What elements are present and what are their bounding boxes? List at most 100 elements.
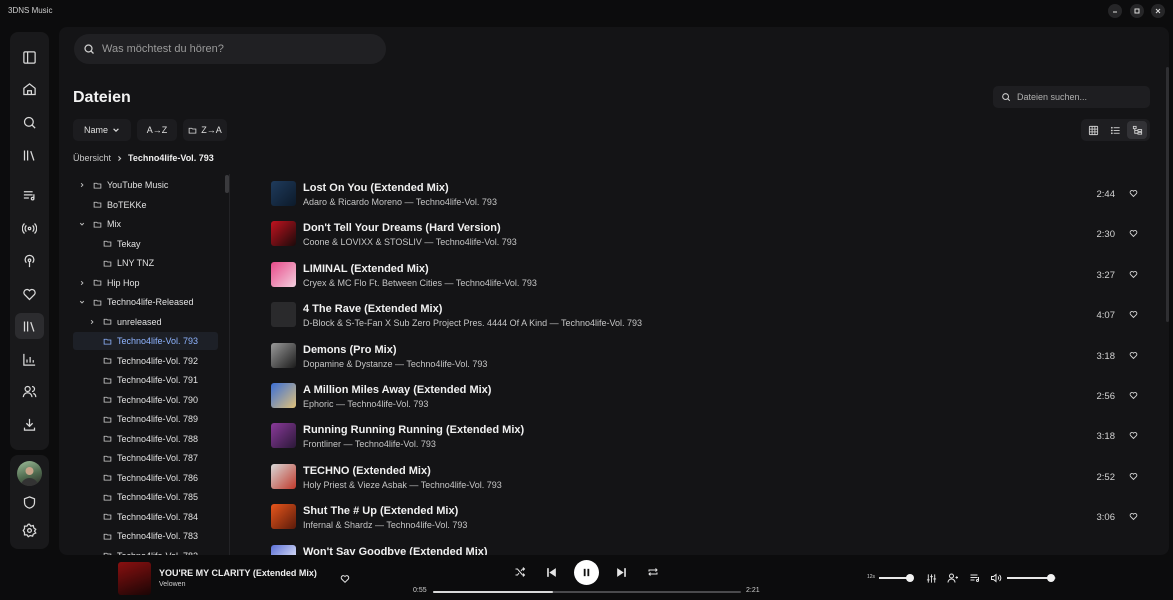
track-cover[interactable] [271,544,296,555]
tree-item[interactable]: Techno4life-Vol. 789 [73,410,198,428]
tree-item[interactable]: Techno4life-Vol. 783 [73,527,198,545]
tree-item[interactable]: Hip Hop [73,274,140,292]
track-artist[interactable]: Coone & LOVIXX & STOSLIV — Techno4life-V… [303,237,517,247]
nav-files[interactable] [15,313,44,339]
sort-ascending-button[interactable]: A→Z [137,119,177,141]
chevron-right-icon[interactable] [78,182,86,188]
track-title[interactable]: LIMINAL (Extended Mix) [303,263,429,275]
track-title[interactable]: A Million Miles Away (Extended Mix) [303,384,491,396]
heart-icon[interactable] [1129,189,1138,198]
track-row[interactable]: Shut The # Up (Extended Mix) Infernal & S… [264,500,1144,540]
nav-home[interactable] [15,76,44,102]
track-title[interactable]: TECHNO (Extended Mix) [303,465,431,477]
track-row[interactable]: Won't Say Goodbye (Extended Mix) [264,541,1144,555]
security-button[interactable] [15,489,44,515]
nav-stats[interactable] [15,346,44,372]
devices-button[interactable] [946,571,960,585]
tree-item[interactable]: Techno4life-Vol. 785 [73,488,198,506]
track-title[interactable]: Lost On You (Extended Mix) [303,182,449,194]
nav-queue[interactable] [15,182,44,208]
tree-item[interactable]: unreleased [73,313,162,331]
equalizer-button[interactable] [924,571,938,585]
tree-item[interactable]: Techno4life-Vol. 782 [73,547,198,555]
tree-item[interactable]: Mix [73,215,121,233]
nav-search[interactable] [15,109,44,135]
track-row[interactable]: 4 The Rave (Extended Mix) D-Block & S-Te-… [264,298,1144,338]
track-cover[interactable] [271,221,296,247]
grid-view-button[interactable] [1084,121,1104,139]
track-artist[interactable]: Cryex & MC Flo Ft. Between Cities — Tech… [303,278,537,288]
minimize-button[interactable] [1108,4,1122,18]
tree-item[interactable]: Techno4life-Vol. 788 [73,430,198,448]
track-cover[interactable] [271,261,296,287]
tree-view-button[interactable] [1127,121,1148,139]
track-title[interactable]: Shut The # Up (Extended Mix) [303,505,458,517]
track-artist[interactable]: Dopamine & Dystanze — Techno4life-Vol. 7… [303,359,487,369]
heart-icon[interactable] [1129,431,1138,440]
chevron-down-icon[interactable] [78,221,86,227]
like-button[interactable] [338,572,352,586]
nav-library[interactable] [15,142,44,168]
nav-artists[interactable] [15,378,44,404]
crossfade-slider[interactable] [879,574,914,582]
track-row[interactable]: TECHNO (Extended Mix) Holy Priest & Vieze… [264,460,1144,500]
heart-icon[interactable] [1129,391,1138,400]
track-row[interactable]: Lost On You (Extended Mix) Adaro & Ricard… [264,177,1144,217]
track-title[interactable]: 4 The Rave (Extended Mix) [303,303,442,315]
now-playing-artist[interactable]: Velowen [159,581,185,588]
track-title[interactable]: Running Running Running (Extended Mix) [303,424,524,436]
sidebar-toggle-button[interactable] [15,44,44,70]
file-search[interactable] [993,86,1150,108]
nav-downloads[interactable] [15,411,44,437]
track-cover[interactable] [271,463,296,489]
heart-icon[interactable] [1129,351,1138,360]
track-cover[interactable] [271,302,296,328]
tree-item[interactable]: Techno4life-Vol. 790 [73,391,198,409]
track-artist[interactable]: Ephoric — Techno4life-Vol. 793 [303,399,428,409]
chevron-down-icon[interactable] [78,299,86,305]
nav-podcasts[interactable] [15,248,44,274]
nav-radio[interactable] [15,215,44,241]
track-artist[interactable]: Holy Priest & Vieze Asbak — Techno4life-… [303,480,502,490]
track-cover[interactable] [271,383,296,408]
track-cover[interactable] [271,504,296,530]
chevron-right-icon[interactable] [88,319,96,325]
tree-item[interactable]: BoTEKKe [73,196,147,214]
track-row[interactable]: A Million Miles Away (Extended Mix) Ephor… [264,379,1144,419]
volume-slider[interactable] [1007,574,1056,582]
heart-icon[interactable] [1129,270,1138,279]
track-cover[interactable] [271,423,296,449]
track-cover[interactable] [271,342,296,368]
track-title[interactable]: Won't Say Goodbye (Extended Mix) [303,546,488,555]
heart-icon[interactable] [1129,310,1138,319]
next-button[interactable] [614,565,628,579]
track-artist[interactable]: Frontliner — Techno4life-Vol. 793 [303,439,436,449]
tree-item[interactable]: Techno4life-Vol. 792 [73,352,198,370]
heart-icon[interactable] [1129,472,1138,481]
track-title[interactable]: Demons (Pro Mix) [303,344,397,356]
settings-button[interactable] [15,517,44,543]
tree-item[interactable]: YouTube Music [73,176,168,194]
progress-bar[interactable] [433,591,741,593]
search-input[interactable] [102,43,362,55]
close-button[interactable] [1151,4,1165,18]
avatar[interactable] [17,461,42,486]
track-cover[interactable] [271,181,296,206]
crossfade-knob[interactable] [905,574,914,582]
now-playing-title[interactable]: YOU'RE MY CLARITY (Extended Mix) [159,568,317,578]
chevron-right-icon[interactable] [78,280,86,286]
sort-by-name-button[interactable]: Name [73,119,131,141]
sort-descending-button[interactable]: Z→A [183,119,227,141]
track-artist[interactable]: D-Block & S-Te-Fan X Sub Zero Project Pr… [303,318,642,328]
tree-item[interactable]: LNY TNZ [73,254,154,272]
tree-item[interactable]: Techno4life-Released [73,293,194,311]
list-view-button[interactable] [1105,121,1125,139]
shuffle-button[interactable] [513,565,527,579]
track-row[interactable]: Don't Tell Your Dreams (Hard Version) Coo… [264,217,1144,257]
track-artist[interactable]: Adaro & Ricardo Moreno — Techno4life-Vol… [303,197,497,207]
global-search[interactable] [74,34,386,64]
now-playing-cover[interactable] [118,562,151,595]
track-row[interactable]: LIMINAL (Extended Mix) Cryex & MC Flo Ft.… [264,258,1144,298]
tree-item[interactable]: Techno4life-Vol. 784 [73,508,198,526]
maximize-button[interactable] [1130,4,1144,18]
